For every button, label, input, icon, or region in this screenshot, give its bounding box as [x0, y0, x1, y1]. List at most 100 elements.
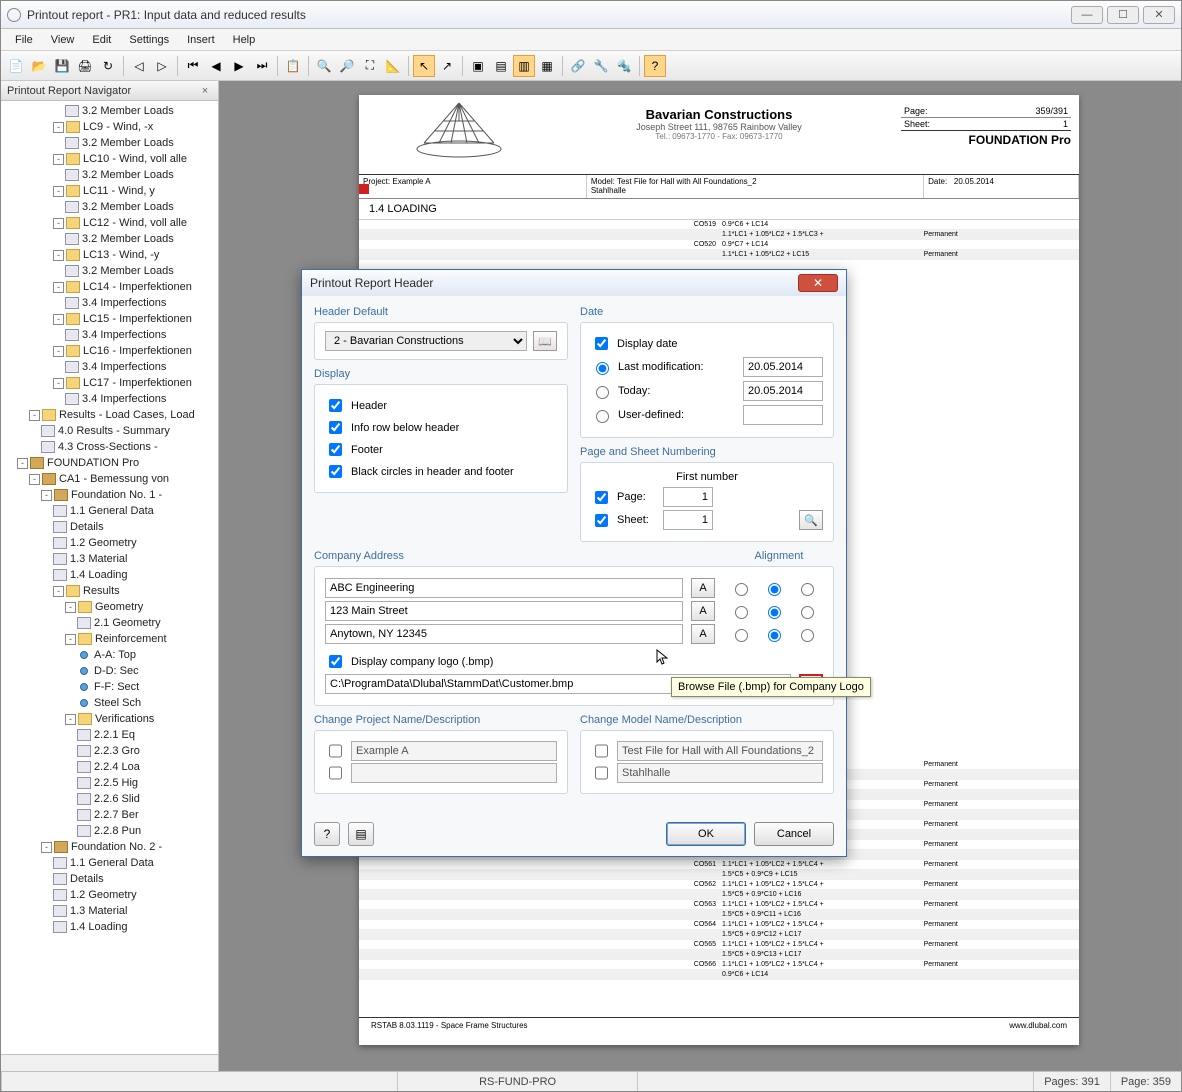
chk-display-date[interactable] [595, 337, 608, 350]
tree-item[interactable]: -Geometry [1, 599, 218, 615]
tb-new-icon[interactable]: 📄 [5, 55, 27, 77]
tree-item[interactable]: 1.3 Material [1, 551, 218, 567]
tb-tool1-icon[interactable]: 🔧 [590, 55, 612, 77]
tb-zoomout-icon[interactable]: 🔎 [336, 55, 358, 77]
navigator-close-icon[interactable]: × [198, 85, 212, 97]
tree-item[interactable]: D-D: Sec [1, 663, 218, 679]
tree-item[interactable]: 3.2 Member Loads [1, 199, 218, 215]
tb-zoompage-icon[interactable]: 📐 [382, 55, 404, 77]
chk-inforow[interactable] [329, 421, 342, 434]
tree-item[interactable]: -Results [1, 583, 218, 599]
tree-item[interactable]: 3.4 Imperfections [1, 359, 218, 375]
dialog-close-button[interactable]: ✕ [798, 274, 838, 292]
tree-item[interactable]: 1.2 Geometry [1, 535, 218, 551]
tb-zoomin-icon[interactable]: 🔍 [313, 55, 335, 77]
tree-item[interactable]: Steel Sch [1, 695, 218, 711]
align3-center[interactable] [768, 629, 781, 642]
tree-item[interactable]: -FOUNDATION Pro [1, 455, 218, 471]
navigator-hscroll[interactable] [1, 1054, 218, 1071]
font2-icon[interactable]: A [691, 601, 715, 621]
tb-open-icon[interactable]: 📂 [28, 55, 50, 77]
proj-desc-field[interactable] [351, 763, 557, 783]
tree-item[interactable]: 2.2.7 Ber [1, 807, 218, 823]
tree-item[interactable]: -LC16 - Imperfektionen [1, 343, 218, 359]
numbering-settings-icon[interactable]: 🔍 [799, 510, 823, 530]
align3-right[interactable] [801, 629, 814, 642]
tree-item[interactable]: 2.2.8 Pun [1, 823, 218, 839]
chk-logo[interactable] [329, 655, 342, 668]
tb-page1-icon[interactable]: ▣ [467, 55, 489, 77]
sheet-num-val[interactable] [663, 510, 713, 530]
tree-item[interactable]: 3.4 Imperfections [1, 295, 218, 311]
maximize-button[interactable]: ☐ [1107, 6, 1139, 24]
tree-item[interactable]: 3.2 Member Loads [1, 231, 218, 247]
tree-item[interactable]: 2.2.1 Eq [1, 727, 218, 743]
tree-item[interactable]: -LC17 - Imperfektionen [1, 375, 218, 391]
chk-page-num[interactable] [595, 491, 608, 504]
menu-settings[interactable]: Settings [121, 32, 177, 48]
tree-item[interactable]: 1.4 Loading [1, 567, 218, 583]
tree-item[interactable]: -LC13 - Wind, -y [1, 247, 218, 263]
model-name-field[interactable] [617, 741, 823, 761]
tree-item[interactable]: 2.1 Geometry [1, 615, 218, 631]
tb-tool2-icon[interactable]: 🔩 [613, 55, 635, 77]
tree-item[interactable]: 1.4 Loading [1, 919, 218, 935]
align2-right[interactable] [801, 606, 814, 619]
tree-item[interactable]: -Foundation No. 2 - [1, 839, 218, 855]
tree-item[interactable]: 1.3 Material [1, 903, 218, 919]
help-button[interactable]: ? [314, 822, 340, 846]
tree-item[interactable]: -Results - Load Cases, Load [1, 407, 218, 423]
tb-fwd-icon[interactable]: ▶ [228, 55, 250, 77]
tb-pointer-icon[interactable]: ↗ [436, 55, 458, 77]
tb-zoomfit-icon[interactable]: ⛶ [359, 55, 381, 77]
model-desc-field[interactable] [617, 763, 823, 783]
tree-item[interactable]: -LC11 - Wind, y [1, 183, 218, 199]
tree-item[interactable]: -LC10 - Wind, voll alle [1, 151, 218, 167]
tb-save-icon[interactable]: 💾 [51, 55, 73, 77]
chk-footer[interactable] [329, 443, 342, 456]
tree-item[interactable]: -CA1 - Bemessung von [1, 471, 218, 487]
menu-insert[interactable]: Insert [179, 32, 223, 48]
date-last-val[interactable] [743, 357, 823, 377]
tb-page2-icon[interactable]: ▤ [490, 55, 512, 77]
tree-item[interactable]: -Reinforcement [1, 631, 218, 647]
close-button[interactable]: ✕ [1143, 6, 1175, 24]
menu-file[interactable]: File [7, 32, 41, 48]
chk-circles[interactable] [329, 465, 342, 478]
radio-user[interactable] [596, 410, 609, 423]
tb-first-icon[interactable]: ⏮ [182, 55, 204, 77]
menu-view[interactable]: View [43, 32, 83, 48]
tree-item[interactable]: -LC15 - Imperfektionen [1, 311, 218, 327]
tree-item[interactable]: 3.2 Member Loads [1, 167, 218, 183]
tree-item[interactable]: 1.1 General Data [1, 503, 218, 519]
tree-item[interactable]: Details [1, 871, 218, 887]
tree-item[interactable]: 1.2 Geometry [1, 887, 218, 903]
tb-last-icon[interactable]: ⏭ [251, 55, 273, 77]
tb-link-icon[interactable]: 🔗 [567, 55, 589, 77]
tree-item[interactable]: -LC14 - Imperfektionen [1, 279, 218, 295]
menu-help[interactable]: Help [225, 32, 264, 48]
addr-line3[interactable] [325, 624, 683, 644]
chk-proj1[interactable] [329, 744, 342, 758]
align1-center[interactable] [768, 583, 781, 596]
tree-item[interactable]: 2.2.4 Loa [1, 759, 218, 775]
tree-item[interactable]: -Foundation No. 1 - [1, 487, 218, 503]
tb-copy-icon[interactable]: 📋 [282, 55, 304, 77]
tb-select-icon[interactable]: ↖ [413, 55, 435, 77]
proj-name-field[interactable] [351, 741, 557, 761]
chk-model1[interactable] [595, 744, 608, 758]
date-today-val[interactable] [743, 381, 823, 401]
tb-back-icon[interactable]: ◀ [205, 55, 227, 77]
tree-item[interactable]: 3.2 Member Loads [1, 103, 218, 119]
tb-help-icon[interactable]: ? [644, 55, 666, 77]
tree-item[interactable]: F-F: Sect [1, 679, 218, 695]
chk-model2[interactable] [595, 766, 608, 780]
menu-edit[interactable]: Edit [84, 32, 119, 48]
addr-line1[interactable] [325, 578, 683, 598]
header-default-edit-icon[interactable]: 📖 [533, 331, 557, 351]
align3-left[interactable] [735, 629, 748, 642]
date-user-val[interactable] [743, 405, 823, 425]
addr-line2[interactable] [325, 601, 683, 621]
tree-item[interactable]: -LC12 - Wind, voll alle [1, 215, 218, 231]
font1-icon[interactable]: A [691, 578, 715, 598]
